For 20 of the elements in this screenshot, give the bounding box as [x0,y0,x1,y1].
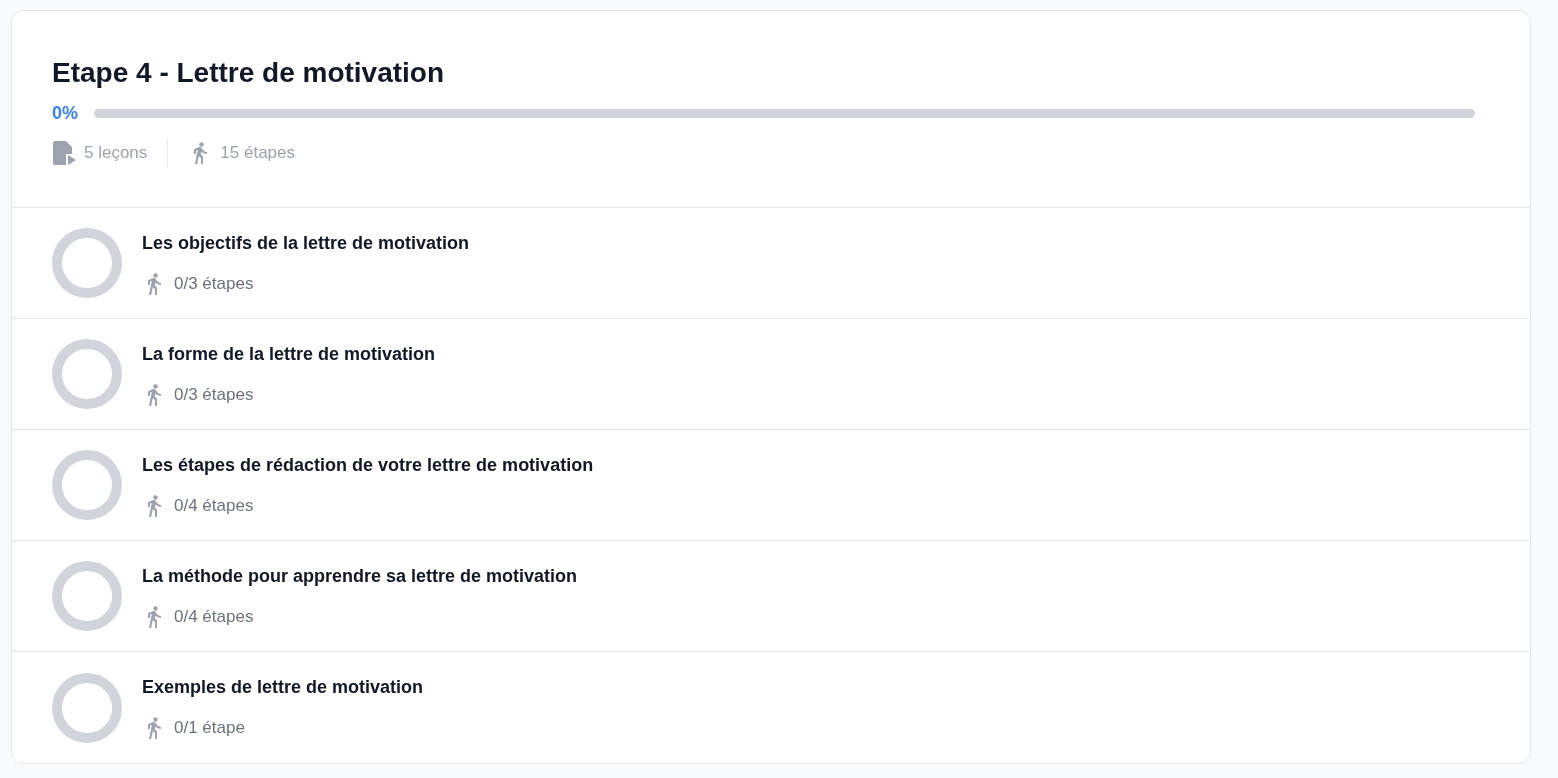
lesson-steps: 0/1 étape [174,715,245,741]
lesson-title: Les étapes de rédaction de votre lettre de motivation [142,453,594,477]
lesson-row[interactable]: Les objectifs de la lettre de motivation 0/3 étapes [12,208,1530,319]
lesson-row[interactable]: Exemples de lettre de motivation 0/1 étape [12,652,1530,763]
module-title: Etape 4 - Lettre de motivation [52,56,446,90]
progress-percentage: 0% [52,102,78,125]
lesson-document-icon [52,140,76,166]
lesson-steps: 0/4 étapes [174,603,254,630]
lesson-row[interactable]: Les étapes de rédaction de votre lettre de motivation 0/4 étapes [12,430,1530,541]
lessons-count: 5 leçons [84,142,148,165]
lesson-title: Exemples de lettre de motivation [142,676,424,700]
lesson-title: La forme de la lettre de motivation [142,342,436,366]
lesson-steps: 0/3 étapes [174,270,254,297]
lesson-title: Les objectifs de la lettre de motivation [142,231,470,255]
lesson-steps: 0/4 étapes [174,492,254,519]
lesson-row[interactable]: La forme de la lettre de motivation 0/3 étapes [12,319,1530,430]
lesson-steps: 0/3 étapes [174,381,254,408]
lesson-title: La méthode pour apprendre sa lettre de motivation [142,564,578,588]
steps-count: 15 étapes [220,142,295,165]
lesson-row[interactable]: La méthode pour apprendre sa lettre de motivation 0/4 étapes [12,541,1530,652]
